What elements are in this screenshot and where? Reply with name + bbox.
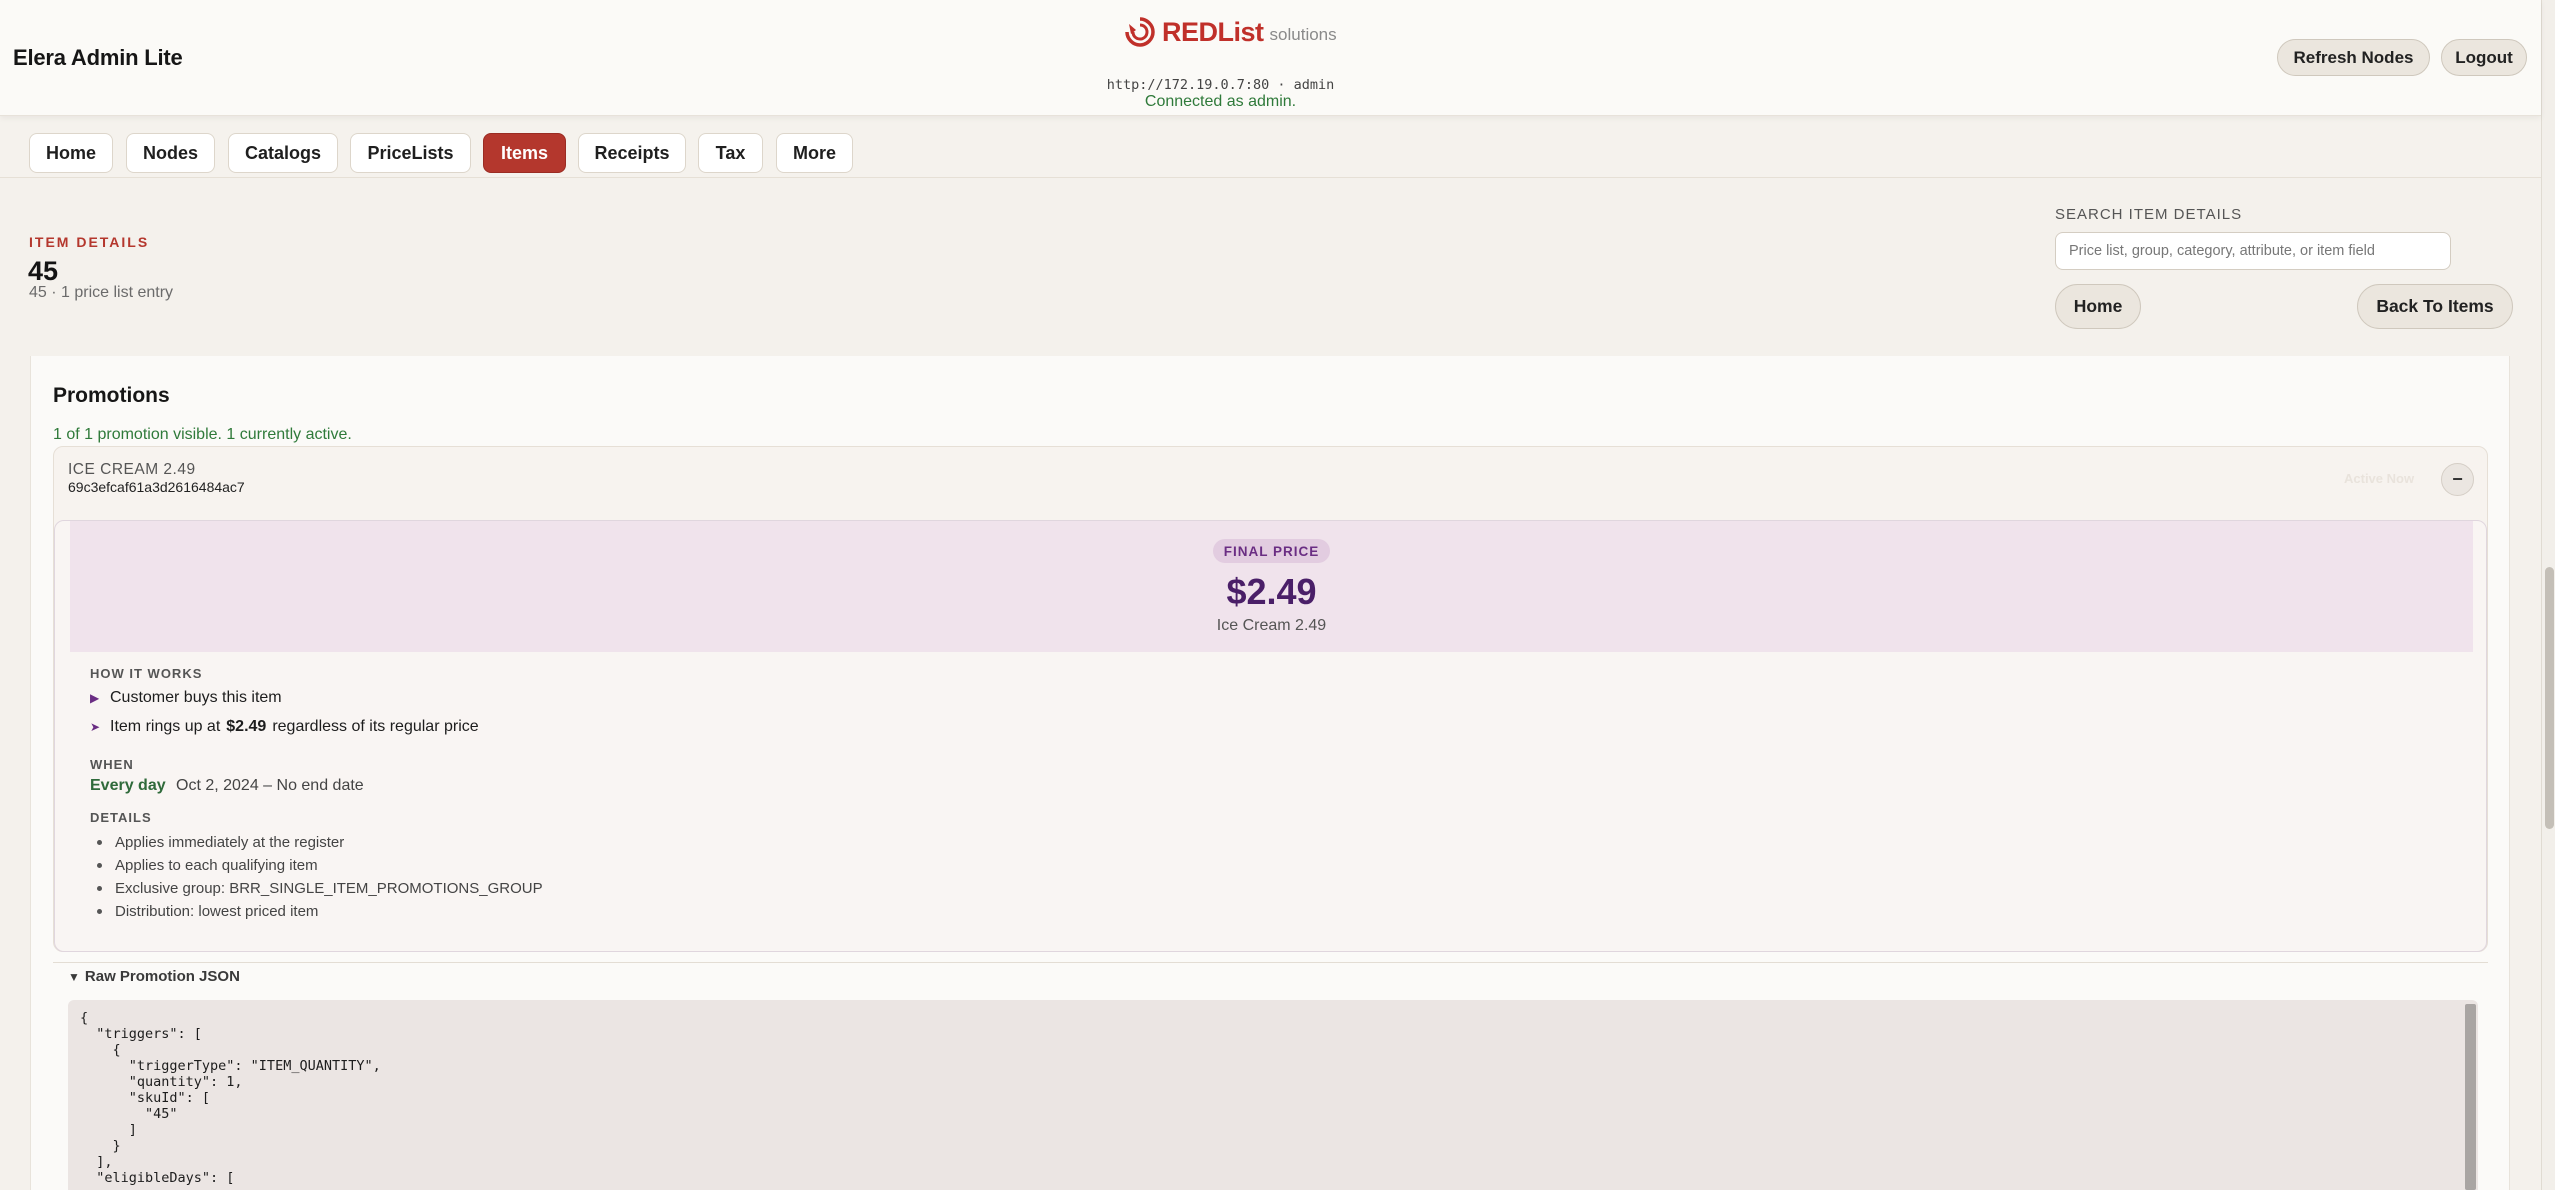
promotion-id: 69c3efcaf61a3d2616484ac7	[68, 479, 245, 495]
how-step-buy-text: Customer buys this item	[110, 689, 282, 706]
detail-text: Distribution: lowest priced item	[115, 903, 319, 920]
promotion-name: ICE CREAM 2.49	[68, 461, 196, 478]
tab-nodes[interactable]: Nodes	[126, 133, 215, 173]
detail-text: Exclusive group: BRR_SINGLE_ITEM_PROMOTI…	[115, 880, 543, 897]
bullet-icon	[97, 909, 102, 914]
tab-more[interactable]: More	[776, 133, 853, 173]
final-price-badge: FINAL PRICE	[1213, 539, 1330, 563]
final-price-band: FINAL PRICE $2.49 Ice Cream 2.49	[70, 521, 2473, 652]
how-step-price-pre: Item rings up at	[110, 718, 221, 735]
search-label: SEARCH ITEM DETAILS	[2055, 206, 2243, 223]
final-price-name: Ice Cream 2.49	[1216, 617, 1327, 634]
json-scrollbar[interactable]	[2465, 1004, 2476, 1190]
details-list: Applies immediately at the register Appl…	[90, 831, 543, 923]
item-subtitle: 45 · 1 price list entry	[29, 284, 174, 301]
item-details-eyebrow: ITEM DETAILS	[29, 234, 150, 250]
when-label: WHEN	[90, 757, 134, 772]
promotion-detail-box: FINAL PRICE $2.49 Ice Cream 2.49 HOW IT …	[54, 520, 2487, 952]
tab-items[interactable]: Items	[483, 133, 566, 173]
list-item: Applies to each qualifying item	[90, 854, 543, 877]
brand-logo: RED List solutions	[1124, 16, 1337, 48]
brand-suffix: solutions	[1269, 25, 1337, 44]
connection-url: http://172.19.0.7:80 · admin	[1106, 77, 1335, 93]
redlist-logo-icon	[1125, 17, 1155, 47]
tab-pricelists[interactable]: PriceLists	[350, 133, 471, 173]
when-date-range: Oct 2, 2024 – No end date	[176, 777, 364, 794]
item-details-header: ITEM DETAILS 45 45 · 1 price list entry …	[0, 178, 2541, 356]
arrow-icon: ➤	[90, 720, 101, 734]
brand-red-text: RED	[1162, 16, 1218, 47]
divider	[53, 962, 2488, 963]
promotion-entry: ICE CREAM 2.49 69c3efcaf61a3d2616484ac7 …	[53, 446, 2488, 952]
logout-button[interactable]: Logout	[2441, 39, 2527, 76]
tab-catalogs[interactable]: Catalogs	[228, 133, 338, 173]
how-it-works-label: HOW IT WORKS	[90, 666, 203, 681]
play-icon: ▶	[90, 691, 100, 705]
tab-receipts[interactable]: Receipts	[578, 133, 686, 173]
promotion-active-badge: Active Now	[2344, 471, 2415, 486]
raw-json-box[interactable]: { "triggers": [ { "triggerType": "ITEM_Q…	[68, 1000, 2478, 1190]
home-button[interactable]: Home	[2055, 284, 2141, 329]
tab-tax[interactable]: Tax	[698, 133, 763, 173]
app-title: Elera Admin Lite	[13, 45, 183, 70]
promotions-title: Promotions	[53, 384, 170, 407]
page-scrollbar-thumb[interactable]	[2545, 567, 2554, 829]
back-to-items-button[interactable]: Back To Items	[2357, 284, 2513, 329]
how-step-buy: ▶ Customer buys this item	[90, 689, 282, 707]
main-nav: Home Nodes Catalogs PriceLists Items Rec…	[0, 116, 2541, 178]
bullet-icon	[97, 840, 102, 845]
app-header: Elera Admin Lite RED List solutions http:…	[0, 0, 2541, 116]
brand-list-text: List	[1217, 16, 1265, 47]
bullet-icon	[97, 863, 102, 868]
raw-json-content: { "triggers": [ { "triggerType": "ITEM_Q…	[80, 1010, 381, 1186]
search-item-details-input[interactable]	[2055, 232, 2451, 270]
how-step-price-value: $2.49	[226, 718, 267, 735]
promotions-card: Promotions 1 of 1 promotion visible. 1 c…	[30, 356, 2510, 1190]
list-item: Distribution: lowest priced item	[90, 900, 543, 923]
raw-json-label: Raw Promotion JSON	[84, 968, 240, 985]
detail-text: Applies immediately at the register	[115, 834, 345, 851]
detail-text: Applies to each qualifying item	[115, 857, 318, 874]
list-item: Applies immediately at the register	[90, 831, 543, 854]
list-item: Exclusive group: BRR_SINGLE_ITEM_PROMOTI…	[90, 877, 543, 900]
bullet-icon	[97, 886, 102, 891]
collapse-promotion-button[interactable]: −	[2441, 463, 2474, 496]
connection-status: Connected as admin.	[1144, 93, 1297, 110]
how-step-price: ➤ Item rings up at $2.49 regardless of i…	[90, 718, 479, 736]
when-day: Every day	[90, 777, 166, 794]
item-number: 45	[28, 256, 59, 286]
details-label: DETAILS	[90, 810, 152, 825]
refresh-nodes-button[interactable]: Refresh Nodes	[2277, 39, 2430, 76]
promotions-status: 1 of 1 promotion visible. 1 currently ac…	[53, 426, 352, 443]
how-step-price-post: regardless of its regular price	[272, 718, 479, 735]
raw-json-toggle[interactable]: ▼ Raw Promotion JSON	[68, 968, 240, 985]
tab-home[interactable]: Home	[29, 133, 113, 173]
triangle-down-icon: ▼	[68, 969, 80, 984]
final-price-value: $2.49	[1226, 571, 1317, 612]
